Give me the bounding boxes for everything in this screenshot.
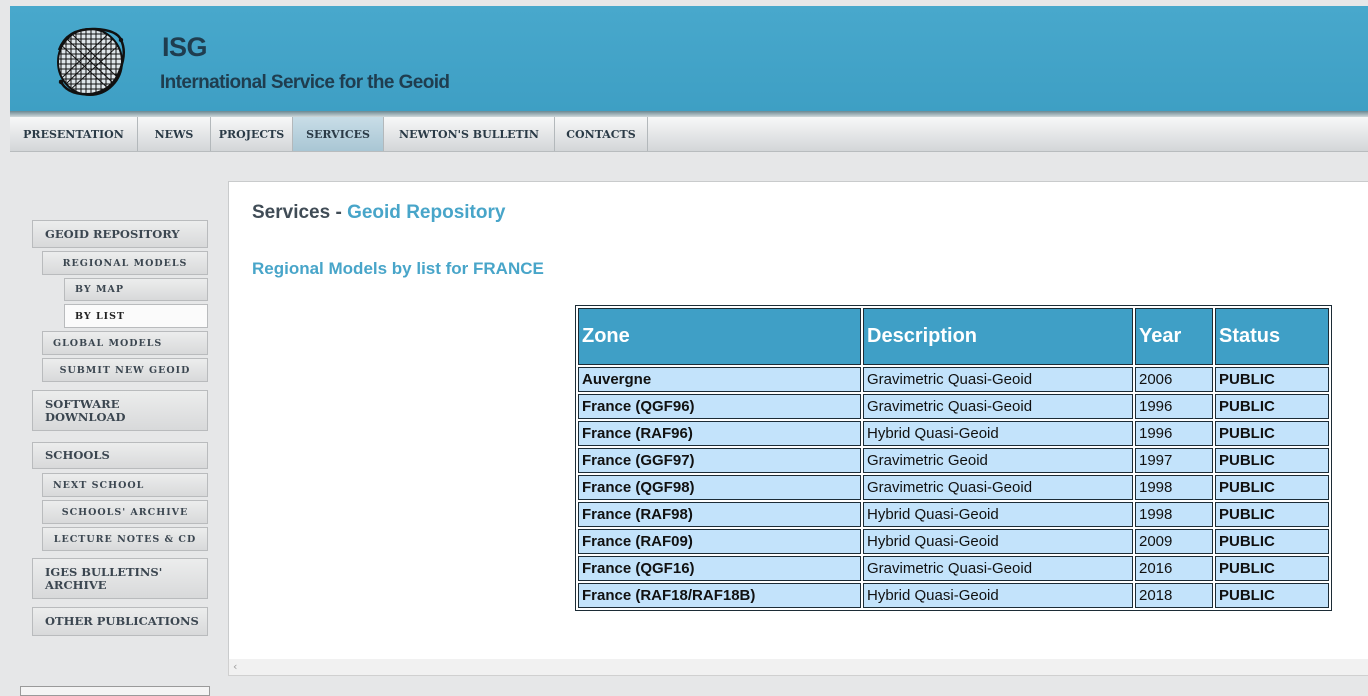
zone-cell[interactable]: Auvergne [578, 367, 861, 392]
sidebar-item-submit-new-geoid[interactable]: SUBMIT NEW GEOID [42, 358, 208, 382]
site-subtitle: International Service for the Geoid [160, 72, 450, 93]
sidebar-item-software-download[interactable]: SOFTWARE DOWNLOAD [32, 390, 208, 431]
scroll-left-arrow-icon[interactable]: ‹ [233, 659, 237, 675]
sidebar-item-label: SOFTWARE [45, 396, 120, 411]
sidebar-item-label: BY MAP [75, 284, 124, 295]
sidebar-item-geoid-repository[interactable]: GEOID REPOSITORY [32, 220, 208, 248]
year-cell: 2006 [1135, 367, 1213, 392]
sidebar-item-label: DOWNLOAD [45, 409, 126, 424]
year-cell: 1996 [1135, 421, 1213, 446]
status-cell: PUBLIC [1215, 529, 1329, 554]
table-row: Auvergne Gravimetric Quasi-Geoid 2006 PU… [578, 367, 1329, 392]
sidebar-item-label: REGIONAL MODELS [62, 257, 188, 269]
sidebar-item-label: BY LIST [75, 310, 126, 322]
status-cell: PUBLIC [1215, 475, 1329, 500]
sidebar-item-label: SUBMIT NEW GEOID [59, 364, 191, 376]
description-cell: Hybrid Quasi-Geoid [863, 583, 1133, 608]
description-cell: Hybrid Quasi-Geoid [863, 529, 1133, 554]
site-header: ISG International Service for the Geoid [10, 6, 1368, 111]
zone-cell[interactable]: France (RAF09) [578, 529, 861, 554]
year-cell: 2016 [1135, 556, 1213, 581]
description-cell: Hybrid Quasi-Geoid [863, 421, 1133, 446]
page-title-prefix: Services - [252, 202, 348, 223]
regional-models-table: Zone Description Year Status Auvergne Gr… [575, 305, 1332, 611]
year-cell: 1998 [1135, 475, 1213, 500]
status-cell: PUBLIC [1215, 448, 1329, 473]
sidebar-item-by-list[interactable]: BY LIST [64, 304, 208, 328]
sidebar-item-label: SCHOOLS' ARCHIVE [61, 506, 189, 518]
sidebar-item-next-school[interactable]: NEXT SCHOOL [42, 473, 208, 497]
table-row: France (RAF09) Hybrid Quasi-Geoid 2009 P… [578, 529, 1329, 554]
zone-cell[interactable]: France (RAF98) [578, 502, 861, 527]
year-cell: 1996 [1135, 394, 1213, 419]
zone-cell[interactable]: France (QGF16) [578, 556, 861, 581]
status-cell: PUBLIC [1215, 583, 1329, 608]
tab-newtons-bulletin[interactable]: NEWTON'S BULLETIN [384, 117, 555, 151]
table-row: France (RAF98) Hybrid Quasi-Geoid 1998 P… [578, 502, 1329, 527]
table-row: France (RAF96) Hybrid Quasi-Geoid 1996 P… [578, 421, 1329, 446]
status-cell: PUBLIC [1215, 367, 1329, 392]
sidebar-item-iges-bulletins-archive[interactable]: IGES BULLETINS' ARCHIVE [32, 558, 208, 599]
sidebar-item-regional-models[interactable]: REGIONAL MODELS [42, 251, 208, 275]
sidebar-item-schools-archive[interactable]: SCHOOLS' ARCHIVE [42, 500, 208, 524]
sidebar-item-label: IGES BULLETINS' [45, 564, 163, 579]
table-row: France (QGF96) Gravimetric Quasi-Geoid 1… [578, 394, 1329, 419]
page-title-accent: Geoid Repository [347, 202, 506, 223]
sidebar-bottom-box [20, 686, 210, 696]
description-cell: Gravimetric Quasi-Geoid [863, 556, 1133, 581]
tab-news[interactable]: NEWS [138, 117, 211, 151]
sidebar-item-by-map[interactable]: BY MAP [64, 278, 208, 301]
column-header-status: Status [1215, 308, 1329, 365]
sidebar-item-lecture-notes[interactable]: LECTURE NOTES & CD [42, 527, 208, 551]
table-row: France (QGF16) Gravimetric Quasi-Geoid 2… [578, 556, 1329, 581]
table-header-row: Zone Description Year Status [578, 308, 1329, 365]
sidebar-item-label: SCHOOLS [45, 448, 110, 462]
tab-presentation[interactable]: PRESENTATION [10, 117, 138, 151]
column-header-year: Year [1135, 308, 1213, 365]
top-navigation: PRESENTATION NEWS PROJECTS SERVICES NEWT… [10, 117, 1368, 152]
column-header-zone: Zone [578, 308, 861, 365]
status-cell: PUBLIC [1215, 502, 1329, 527]
zone-cell[interactable]: France (GGF97) [578, 448, 861, 473]
description-cell: Gravimetric Quasi-Geoid [863, 367, 1133, 392]
list-heading: Regional Models by list for FRANCE [252, 259, 544, 278]
tab-projects[interactable]: PROJECTS [211, 117, 293, 151]
zone-cell[interactable]: France (QGF96) [578, 394, 861, 419]
sidebar-item-other-publications[interactable]: OTHER PUBLICATIONS [32, 607, 208, 636]
horizontal-scrollbar[interactable]: ‹ [228, 659, 1368, 676]
tab-contacts[interactable]: CONTACTS [555, 117, 648, 151]
description-cell: Gravimetric Quasi-Geoid [863, 475, 1133, 500]
sidebar-item-label: NEXT SCHOOL [53, 479, 145, 491]
table-row: France (GGF97) Gravimetric Geoid 1997 PU… [578, 448, 1329, 473]
sidebar-item-global-models[interactable]: GLOBAL MODELS [42, 331, 208, 355]
status-cell: PUBLIC [1215, 394, 1329, 419]
table-row: France (QGF98) Gravimetric Quasi-Geoid 1… [578, 475, 1329, 500]
zone-cell[interactable]: France (QGF98) [578, 475, 861, 500]
status-cell: PUBLIC [1215, 556, 1329, 581]
sidebar-item-label: LECTURE NOTES & CD [53, 533, 197, 545]
page-title: Services - Geoid Repository [252, 201, 505, 225]
description-cell: Gravimetric Geoid [863, 448, 1133, 473]
column-header-description: Description [863, 308, 1133, 365]
description-cell: Gravimetric Quasi-Geoid [863, 394, 1133, 419]
site-title: ISG [162, 32, 208, 62]
sidebar-item-label: OTHER PUBLICATIONS [45, 614, 199, 628]
status-cell: PUBLIC [1215, 421, 1329, 446]
sidebar-item-schools[interactable]: SCHOOLS [32, 442, 208, 469]
table-row: France (RAF18/RAF18B) Hybrid Quasi-Geoid… [578, 583, 1329, 608]
sidebar-item-label: ARCHIVE [45, 577, 107, 592]
year-cell: 2009 [1135, 529, 1213, 554]
year-cell: 1998 [1135, 502, 1213, 527]
zone-cell[interactable]: France (RAF96) [578, 421, 861, 446]
geoid-globe-logo-icon[interactable] [47, 20, 133, 102]
year-cell: 1997 [1135, 448, 1213, 473]
description-cell: Hybrid Quasi-Geoid [863, 502, 1133, 527]
sidebar-item-label: GEOID REPOSITORY [45, 226, 180, 241]
zone-cell[interactable]: France (RAF18/RAF18B) [578, 583, 861, 608]
sidebar-item-label: GLOBAL MODELS [53, 337, 163, 349]
tab-services[interactable]: SERVICES [293, 117, 384, 151]
year-cell: 2018 [1135, 583, 1213, 608]
